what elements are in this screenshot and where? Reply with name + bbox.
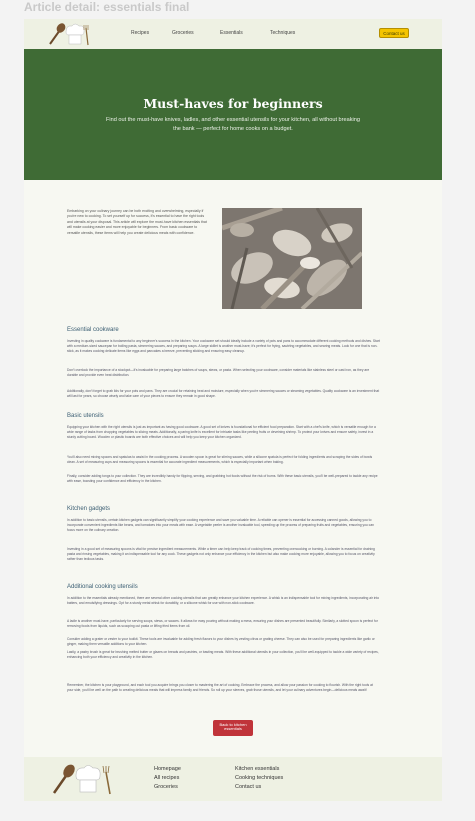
top-navigation: Recipes Groceries Essentials Techniques … — [24, 19, 442, 49]
additional-paragraph-2: A ladle is another must-have, particular… — [67, 619, 378, 629]
additional-paragraph-3: Consider adding a grater or zester to yo… — [67, 637, 375, 647]
closing-paragraph: Remember, the kitchen is your playground… — [67, 683, 373, 693]
section-title-gadgets: Kitchen gadgets — [67, 506, 111, 512]
hero-subtitle: Find out the must-have knives, ladles, a… — [105, 117, 361, 132]
hero-banner: Must-haves for beginners Find out the mu… — [24, 49, 442, 180]
contact-us-button[interactable]: Contact us — [379, 28, 409, 38]
footer-column-2: Kitchen essentials Cooking techniques Co… — [235, 765, 283, 792]
utensils-paragraph-1: Equipping your kitchen with the right ut… — [67, 425, 376, 440]
gadgets-paragraph-1: In addition to basic utensils, certain k… — [67, 518, 374, 533]
footer-link-cooking-techniques[interactable]: Cooking techniques — [235, 774, 283, 783]
footer-link-contact-us[interactable]: Contact us — [235, 783, 283, 792]
additional-paragraph-4: Lastly, a pastry brush is great for brus… — [67, 650, 379, 660]
back-to-essentials-button[interactable]: Back to kitchen essentials — [213, 720, 253, 736]
footer-link-all-recipes[interactable]: All recipes — [154, 774, 181, 783]
kitchen-logo-icon[interactable] — [46, 22, 92, 46]
intro-paragraph: Embarking on your culinary journey can b… — [67, 209, 207, 235]
footer-logo-icon[interactable] — [48, 763, 118, 795]
cookware-paragraph-1: Investing in quality cookware is fundame… — [67, 339, 380, 354]
cookware-paragraph-3: Additionally, don't forget to grab lids … — [67, 389, 380, 399]
hero-title: Must-haves for beginners — [143, 96, 323, 111]
utensils-paragraph-3: Finally, consider adding tongs to your c… — [67, 474, 378, 484]
frame-title: Article detail: essentials final — [24, 0, 190, 14]
footer-link-homepage[interactable]: Homepage — [154, 765, 181, 774]
section-title-additional: Additional cooking utensils — [67, 584, 138, 590]
utensils-paragraph-2: You'll also need mixing spoons and spatu… — [67, 455, 373, 465]
footer-link-kitchen-essentials[interactable]: Kitchen essentials — [235, 765, 283, 774]
footer: Homepage All recipes Groceries Kitchen e… — [24, 757, 442, 801]
section-title-utensils: Basic utensils — [67, 413, 104, 419]
gadgets-paragraph-2: Investing in a good set of measuring spo… — [67, 547, 375, 562]
utensils-photo — [222, 208, 362, 309]
footer-column-1: Homepage All recipes Groceries — [154, 765, 181, 792]
article-page: Recipes Groceries Essentials Techniques … — [24, 19, 442, 801]
section-title-cookware: Essential cookware — [67, 327, 119, 333]
additional-paragraph-1: In addition to the essentials already me… — [67, 596, 380, 606]
cookware-paragraph-2: Don't overlook the importance of a stock… — [67, 368, 370, 378]
nav-essentials[interactable]: Essentials — [220, 30, 243, 36]
nav-recipes[interactable]: Recipes — [131, 30, 149, 36]
footer-link-groceries[interactable]: Groceries — [154, 783, 181, 792]
nav-groceries[interactable]: Groceries — [172, 30, 194, 36]
nav-techniques[interactable]: Techniques — [270, 30, 295, 36]
